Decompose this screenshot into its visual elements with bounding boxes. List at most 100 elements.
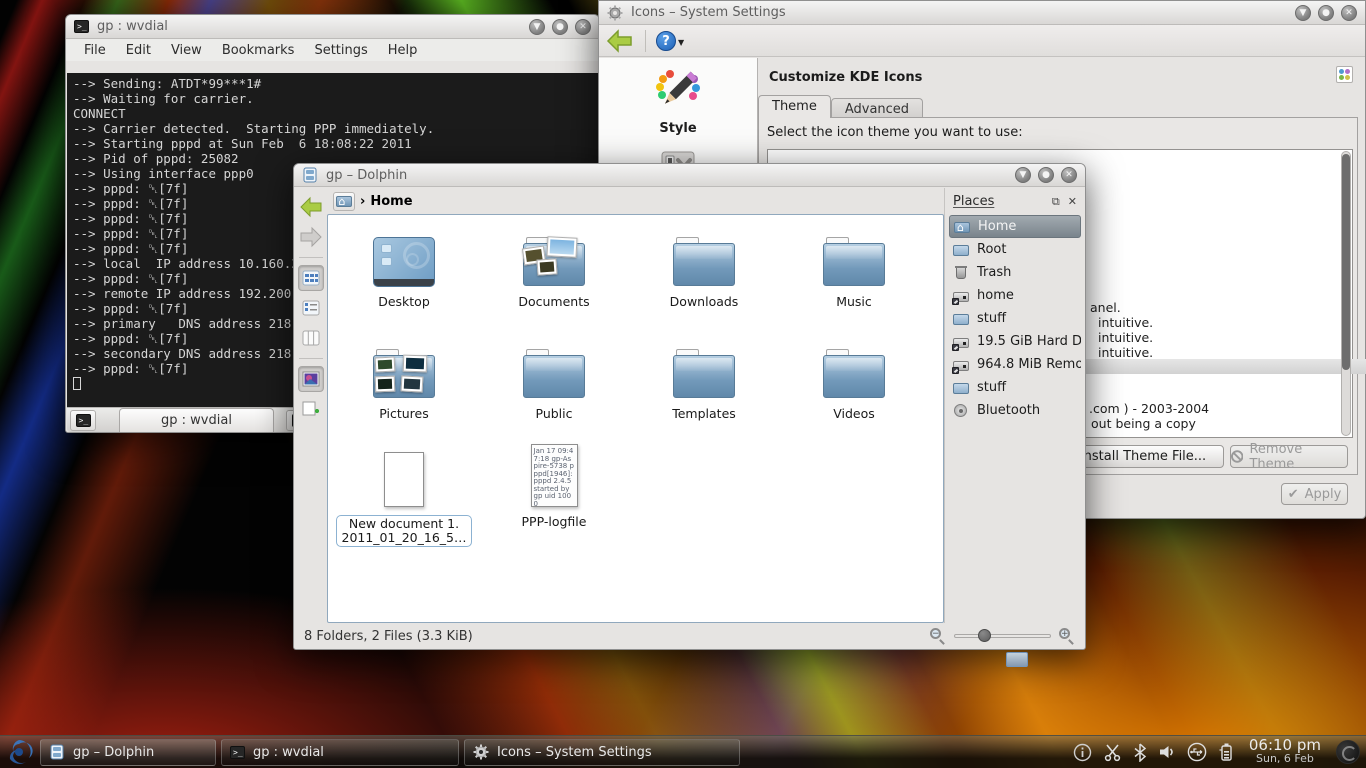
file-item-selected[interactable]: New document 1. 2011_01_20_16_5… — [329, 441, 479, 547]
settings-title: Icons – System Settings — [631, 5, 786, 20]
folder-icon — [953, 311, 970, 327]
zoom-out-icon[interactable]: − — [930, 628, 946, 644]
text-preview-icon: Jan 17 09:47:18 gp-Aspire-5738 pppd[1946… — [531, 444, 578, 507]
close-button[interactable]: ✕ — [1341, 5, 1357, 21]
place-bluetooth[interactable]: Bluetooth — [949, 399, 1081, 422]
place-stuff[interactable]: stuff — [949, 307, 1081, 330]
folder-item[interactable]: Desktop — [329, 229, 479, 310]
folder-view[interactable]: Desktop Documents Downloads Music — [327, 214, 944, 623]
dolphin-window: gp – Dolphin ▼ ● ✕ ⌂ › Home — [293, 163, 1086, 650]
gear-icon — [953, 403, 970, 419]
place-home-partition[interactable]: home — [949, 284, 1081, 307]
task-system-settings[interactable]: Icons – System Settings — [464, 739, 740, 766]
task-wvdial[interactable]: >_ gp : wvdial — [221, 739, 459, 766]
place-home[interactable]: ⌂ Home — [949, 215, 1081, 238]
terminal-titlebar[interactable]: >_ gp : wvdial ▼ ● ✕ — [66, 15, 599, 39]
menu-file[interactable]: File — [84, 43, 106, 58]
desktop-folder-icon — [373, 237, 435, 287]
folder-item[interactable]: Videos — [779, 341, 929, 422]
back-button[interactable] — [297, 194, 325, 220]
file-item[interactable]: Jan 17 09:47:18 gp-Aspire-5738 pppd[1946… — [479, 437, 629, 530]
terminal-icon: >_ — [74, 20, 89, 33]
place-label: 19.5 GiB Hard Drive — [977, 334, 1081, 349]
tab-theme[interactable]: Theme — [758, 95, 831, 118]
columns-view-button[interactable] — [298, 325, 324, 351]
menu-edit[interactable]: Edit — [126, 43, 151, 58]
place-label: home — [977, 288, 1014, 303]
back-button[interactable] — [605, 28, 635, 54]
zoom-in-icon[interactable]: + — [1059, 628, 1075, 644]
maximize-button[interactable]: ● — [1038, 167, 1054, 183]
task-dolphin[interactable]: gp – Dolphin — [40, 739, 216, 766]
place-trash[interactable]: Trash — [949, 261, 1081, 284]
menu-view[interactable]: View — [171, 43, 202, 58]
icons-view-button[interactable] — [298, 265, 324, 291]
menu-bookmarks[interactable]: Bookmarks — [222, 43, 295, 58]
menu-help[interactable]: Help — [388, 43, 418, 58]
settings-titlebar[interactable]: Icons – System Settings ▼ ● ✕ — [599, 1, 1365, 25]
clock[interactable]: 06:10 pm Sun, 6 Feb — [1245, 738, 1325, 766]
icon-sizes-grid-icon[interactable] — [1336, 66, 1353, 83]
preview-toggle-button[interactable] — [298, 366, 324, 392]
split-view-button[interactable] — [298, 396, 324, 422]
breadcrumb-home-button[interactable]: ⌂ — [333, 192, 355, 211]
scrollbar-thumb[interactable] — [1342, 154, 1350, 370]
menu-settings[interactable]: Settings — [314, 43, 367, 58]
maximize-button[interactable]: ● — [1318, 5, 1334, 21]
terminal-tab[interactable]: gp : wvdial — [119, 408, 274, 432]
folder-item[interactable]: Downloads — [629, 229, 779, 310]
folder-item[interactable]: Documents — [479, 229, 629, 310]
help-button[interactable]: ? ▼ — [656, 31, 684, 51]
place-root[interactable]: Root — [949, 238, 1081, 261]
breadcrumb-home[interactable]: Home — [370, 194, 412, 209]
tab-advanced[interactable]: Advanced — [831, 98, 923, 118]
scrollbar[interactable] — [1341, 151, 1351, 436]
volume-icon[interactable] — [1158, 743, 1176, 761]
close-panel-icon[interactable]: ✕ — [1068, 195, 1077, 209]
settings-toolbar: ? ▼ — [599, 25, 1365, 57]
battery-icon[interactable] — [1218, 742, 1234, 762]
places-panel: Places ⧉ ✕ ⌂ Home Root Trash home — [944, 188, 1085, 623]
place-stuff-2[interactable]: stuff — [949, 376, 1081, 399]
places-header: Places ⧉ ✕ — [949, 192, 1081, 215]
app-launcher-icon[interactable] — [4, 737, 34, 767]
drag-ghost — [1006, 652, 1028, 667]
theme-description-text: out being a copy — [1091, 416, 1196, 431]
item-label: Documents — [518, 295, 589, 309]
new-tab-button[interactable]: >_ — [70, 410, 96, 431]
bluetooth-icon[interactable] — [1133, 743, 1147, 762]
home-folder-icon: ⌂ — [954, 219, 971, 235]
folder-item[interactable]: Music — [779, 229, 929, 310]
status-text: 8 Folders, 2 Files (3.3 KiB) — [304, 629, 473, 644]
folder-icon — [523, 349, 585, 399]
minimize-button[interactable]: ▼ — [1295, 5, 1311, 21]
minimize-button[interactable]: ▼ — [529, 19, 545, 35]
maximize-button[interactable]: ● — [552, 19, 568, 35]
zoom-slider[interactable] — [954, 628, 1051, 644]
panel-toolbox-icon[interactable] — [1336, 740, 1360, 764]
details-view-button[interactable] — [298, 295, 324, 321]
folder-item[interactable]: Pictures — [329, 341, 479, 422]
folder-item[interactable]: Public — [479, 341, 629, 422]
minimize-button[interactable]: ▼ — [1015, 167, 1031, 183]
terminal-line: --> Waiting for carrier. — [73, 91, 592, 106]
close-button[interactable]: ✕ — [1061, 167, 1077, 183]
apply-button[interactable]: ✔ Apply — [1281, 483, 1348, 505]
place-removable[interactable]: 964.8 MiB Remov… — [949, 353, 1081, 376]
close-button[interactable]: ✕ — [575, 19, 591, 35]
zoom-slider-handle[interactable] — [978, 629, 991, 642]
info-icon[interactable] — [1073, 743, 1092, 762]
taskbar: gp – Dolphin >_ gp : wvdial Icons – Syst… — [0, 735, 1366, 768]
sidebar-item-style[interactable]: Style — [599, 58, 757, 136]
float-panel-icon[interactable]: ⧉ — [1052, 195, 1060, 209]
item-label: PPP-logfile — [522, 515, 587, 529]
forward-button[interactable] — [297, 224, 325, 250]
dolphin-titlebar[interactable]: gp – Dolphin ▼ ● ✕ — [294, 164, 1085, 187]
remove-theme-button[interactable]: Remove Theme — [1230, 445, 1348, 468]
place-hard-drive[interactable]: 19.5 GiB Hard Drive — [949, 330, 1081, 353]
folder-item[interactable]: Templates — [629, 341, 779, 422]
usb-device-icon[interactable] — [1187, 742, 1207, 762]
klipper-scissors-icon[interactable] — [1103, 743, 1122, 762]
task-label: Icons – System Settings — [497, 745, 652, 760]
place-label: Trash — [977, 265, 1011, 280]
